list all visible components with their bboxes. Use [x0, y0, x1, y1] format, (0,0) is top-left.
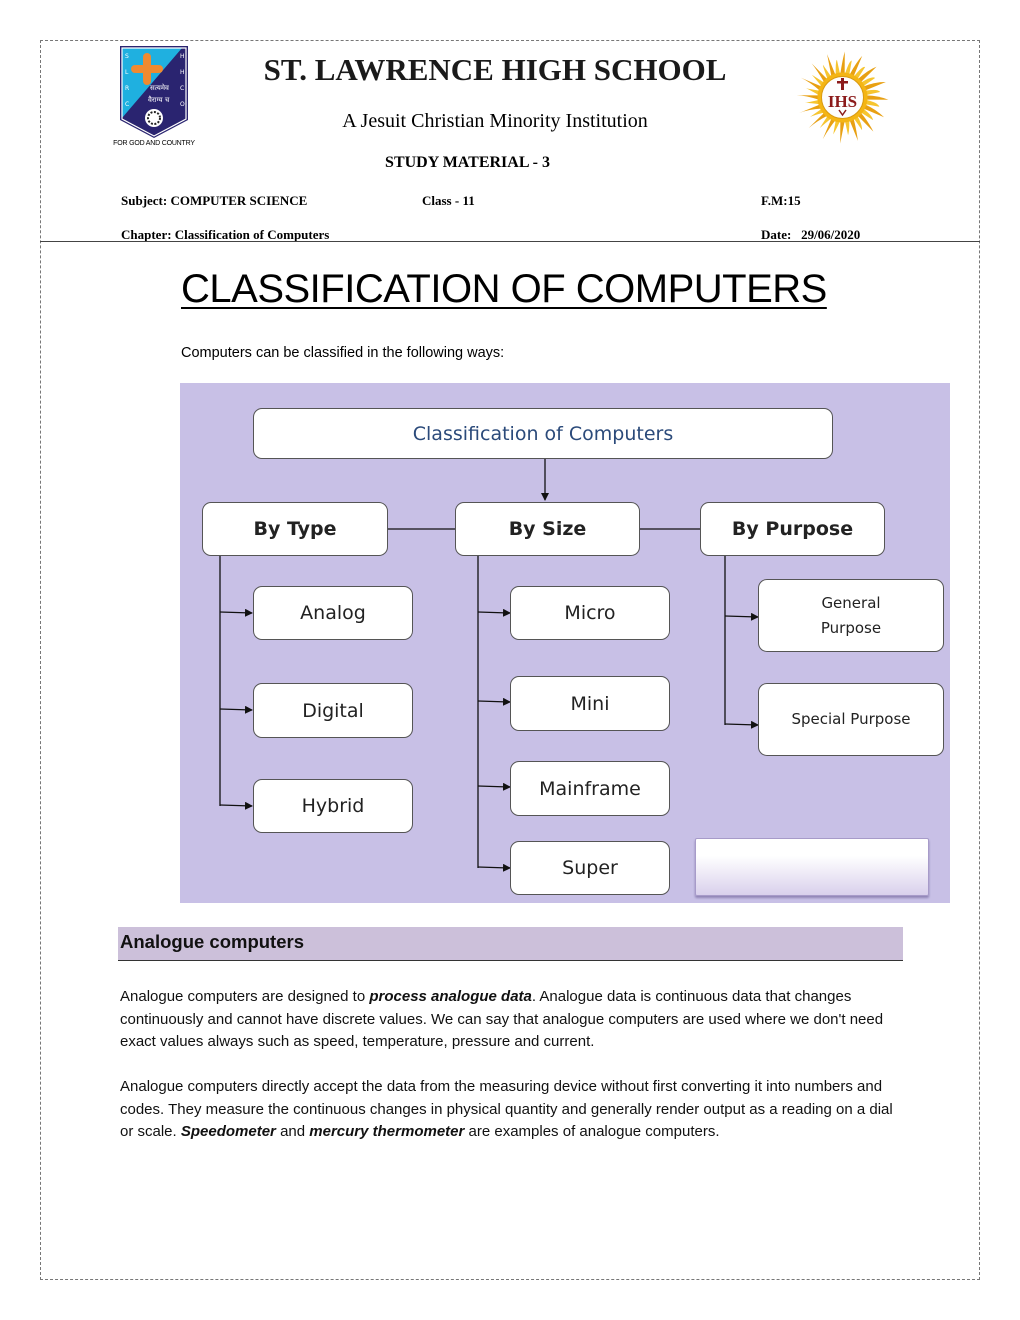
node-super: Super	[510, 841, 670, 895]
svg-text:O: O	[180, 101, 185, 108]
paragraph-2: Analogue computers directly accept the d…	[120, 1076, 910, 1144]
sun-ray	[805, 88, 820, 95]
full-marks-label: F.M:15	[761, 193, 801, 208]
p2-emphasis-thermometer: mercury thermometer	[309, 1123, 465, 1141]
arrow-super	[477, 863, 511, 872]
section-heading: Analogue computers	[118, 927, 903, 961]
sun-ray	[804, 100, 820, 105]
classification-diagram: Classification of Computers By Type By S…	[180, 383, 950, 903]
node-root: Classification of Computers	[253, 408, 833, 459]
school-tagline: A Jesuit Christian Minority Institution	[342, 110, 648, 132]
intro-text: Computers can be classified in the follo…	[181, 345, 505, 361]
arrow-mainframe	[477, 782, 511, 791]
node-mini: Mini	[510, 676, 670, 731]
p2-emphasis-speedometer: Speedometer	[180, 1123, 276, 1141]
node-special-purpose: Special Purpose	[758, 683, 944, 756]
node-analog: Analog	[253, 586, 413, 640]
arrow-general	[724, 612, 759, 621]
node-by-purpose: By Purpose	[700, 502, 885, 556]
node-digital: Digital	[253, 683, 413, 738]
logo-caption: FOR GOD AND COUNTRY	[113, 140, 195, 147]
p1-emphasis: process analogue data	[369, 988, 532, 1005]
arrow-micro	[477, 608, 511, 617]
arrow-digital	[219, 705, 253, 714]
arrow-special	[724, 720, 759, 729]
arrow-hybrid	[219, 801, 253, 810]
node-micro: Micro	[510, 586, 670, 640]
arrow-analog	[219, 608, 253, 617]
node-mainframe: Mainframe	[510, 761, 670, 816]
p2-text-end: are examples of analogue computers.	[464, 1123, 720, 1141]
sun-ray	[865, 89, 881, 95]
sun-ray	[866, 95, 889, 100]
class-label: Class - 11	[422, 193, 475, 208]
sun-ray	[796, 95, 819, 100]
header-divider	[40, 241, 980, 242]
svg-text:C: C	[125, 101, 129, 108]
ihs-text: IHS	[828, 92, 857, 111]
svg-text:वैराग्य च: वैराग्य च	[148, 95, 170, 104]
node-hybrid: Hybrid	[253, 779, 413, 833]
node-by-type: By Type	[202, 502, 388, 556]
school-name: ST. LAWRENCE HIGH SCHOOL	[263, 52, 727, 87]
page-title: CLASSIFICATION OF COMPUTERS	[181, 267, 827, 311]
subject-label: Subject: COMPUTER SCIENCE	[121, 193, 308, 208]
node-general-purpose: General Purpose	[758, 579, 944, 652]
p1-text: Analogue computers are designed to	[120, 988, 370, 1005]
node-by-size: By Size	[455, 502, 640, 556]
paragraph-1: Analogue computers are designed to proce…	[120, 986, 910, 1054]
empty-shape	[695, 838, 929, 896]
p2-text-and: and	[275, 1123, 310, 1141]
arrow-mini	[477, 697, 511, 706]
study-material-label: STUDY MATERIAL - 3	[385, 154, 550, 171]
